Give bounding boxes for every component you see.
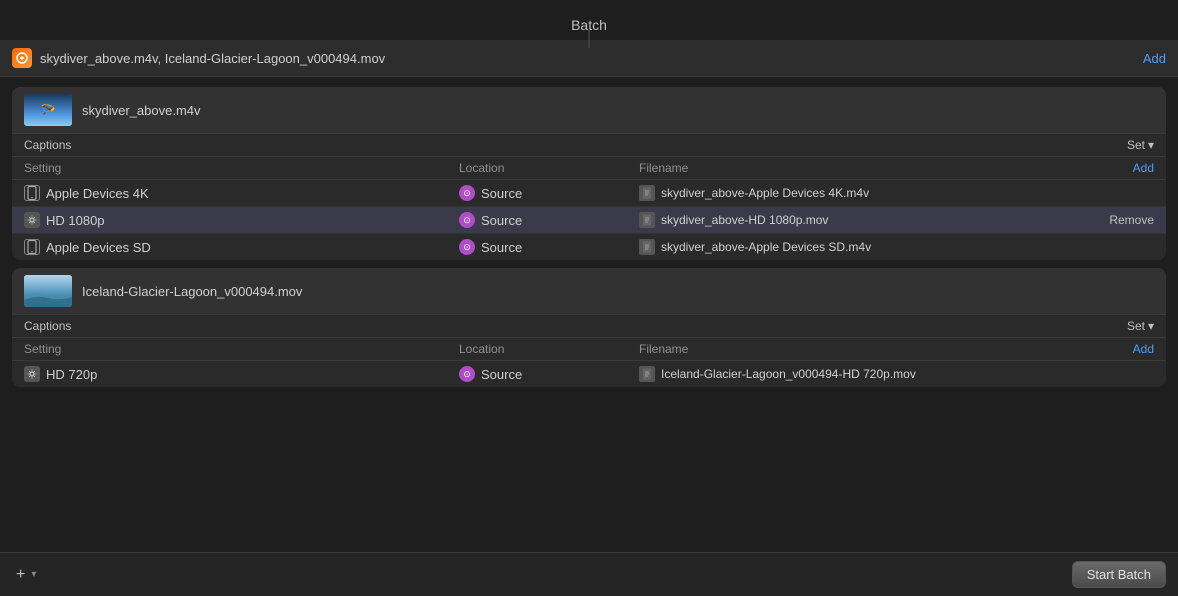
gear-icon [24,212,40,228]
group1-captions-bar: Captions Set ▾ [12,134,1166,157]
window-title: Batch [571,17,607,33]
filename-cell: skydiver_above-Apple Devices 4K.m4v [639,185,1074,201]
group2-table-header: Setting Location Filename Add [12,338,1166,361]
group1-col-filename: Filename [639,161,1074,175]
group1-filename: skydiver_above.m4v [82,103,201,118]
setting-cell: HD 720p [24,366,459,382]
file-icon [639,239,655,255]
group1-set-chevron: ▾ [1148,138,1154,152]
group2-col-add[interactable]: Add [1074,342,1154,356]
location-cell: ⊙ Source [459,239,639,255]
group-container-2: Iceland-Glacier-Lagoon_v000494.mov Capti… [12,268,1166,387]
group2-captions-label: Captions [24,319,71,333]
group2-col-setting: Setting [24,342,459,356]
group2-set-chevron: ▾ [1148,319,1154,333]
group2-captions-bar: Captions Set ▾ [12,315,1166,338]
filename-cell: skydiver_above-HD 1080p.mov [639,212,1074,228]
file-icon [639,366,655,382]
add-button[interactable]: + [12,564,29,586]
title-bar: Batch [0,0,1178,40]
location-cell: ⊙ Source [459,185,639,201]
setting-cell: HD 1080p [24,212,459,228]
add-remove-btns: + ▾ [12,564,36,586]
group2-filename: Iceland-Glacier-Lagoon_v000494.mov [82,284,302,299]
location-icon: ⊙ [459,366,475,382]
group2-file-header: Iceland-Glacier-Lagoon_v000494.mov [12,268,1166,315]
group1-col-add[interactable]: Add [1074,161,1154,175]
group1-thumbnail: 🪂 [24,94,72,126]
start-batch-button[interactable]: Start Batch [1072,561,1166,588]
group2-col-filename: Filename [639,342,1074,356]
top-add-link[interactable]: Add [1143,51,1166,66]
location-cell: ⊙ Source [459,366,639,382]
group1-captions-label: Captions [24,138,71,152]
svg-text:🪂: 🪂 [41,103,56,117]
phone-icon [24,239,40,255]
group2-set-dropdown[interactable]: Set ▾ [1127,319,1154,333]
group2-thumbnail [24,275,72,307]
table-row: HD 720p ⊙ Source Iceland-Glacier-Lagoon_… [12,361,1166,387]
remove-button[interactable]: Remove [1109,213,1154,227]
action-cell[interactable]: Remove [1074,213,1154,227]
main-content: 🪂 skydiver_above.m4v Captions Set ▾ Sett… [0,77,1178,552]
location-cell: ⊙ Source [459,212,639,228]
bottom-bar: + ▾ Start Batch [0,552,1178,596]
chevron-down-icon[interactable]: ▾ [31,569,36,580]
group1-col-location: Location [459,161,639,175]
setting-cell: Apple Devices SD [24,239,459,255]
group1-set-dropdown[interactable]: Set ▾ [1127,138,1154,152]
group1-table-header: Setting Location Filename Add [12,157,1166,180]
setting-cell: Apple Devices 4K [24,185,459,201]
location-icon: ⊙ [459,239,475,255]
group-container-1: 🪂 skydiver_above.m4v Captions Set ▾ Sett… [12,87,1166,260]
group1-col-setting: Setting [24,161,459,175]
gear-icon [24,366,40,382]
location-icon: ⊙ [459,212,475,228]
filename-cell: skydiver_above-Apple Devices SD.m4v [639,239,1074,255]
phone-icon [24,185,40,201]
file-icon [639,212,655,228]
group2-col-location: Location [459,342,639,356]
app-icon [12,48,32,68]
location-icon: ⊙ [459,185,475,201]
table-row: HD 1080p ⊙ Source skydiver_above-HD 1080… [12,207,1166,234]
top-file-names: skydiver_above.m4v, Iceland-Glacier-Lago… [40,51,385,66]
file-icon [639,185,655,201]
filename-cell: Iceland-Glacier-Lagoon_v000494-HD 720p.m… [639,366,1074,382]
table-row: Apple Devices SD ⊙ Source skydiver_above… [12,234,1166,260]
group1-file-header: 🪂 skydiver_above.m4v [12,87,1166,134]
table-row: Apple Devices 4K ⊙ Source skydiver_above… [12,180,1166,207]
